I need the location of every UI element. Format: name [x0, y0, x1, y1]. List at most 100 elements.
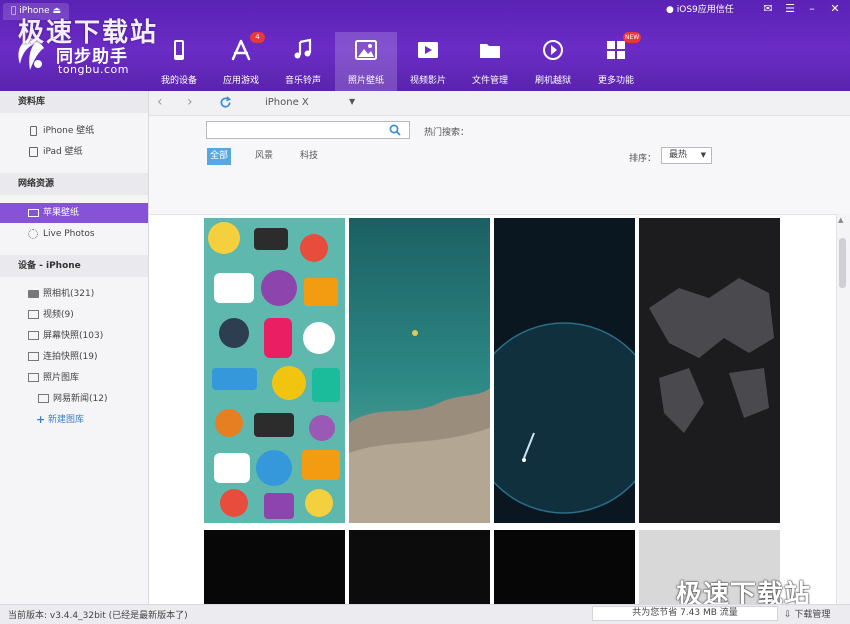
world-map-dark-wallpaper-image — [639, 218, 780, 523]
download-manager-button[interactable]: ⇩ 下载管理 — [784, 607, 830, 620]
nav-my-device[interactable]: 我的设备 — [148, 32, 210, 91]
wallpaper-thumbnail[interactable] — [494, 218, 635, 523]
scrollbar-thumb[interactable] — [839, 238, 846, 288]
nav-photos-wallpapers[interactable]: 照片壁纸 — [335, 32, 397, 91]
chevron-down-icon[interactable]: ▼ — [349, 97, 355, 106]
new-album-button[interactable]: + 新建图库 — [0, 410, 148, 430]
phone-outline-icon — [30, 126, 37, 136]
nav-label: 视频影片 — [409, 76, 446, 86]
ios9-trust-label: iOS9应用信任 — [676, 5, 734, 15]
sidebar-item-screenshots[interactable]: 屏幕快照(103) — [0, 326, 148, 346]
ios9-trust-link[interactable]: ● iOS9应用信任 — [666, 3, 734, 17]
scroll-up-icon[interactable]: ▲ — [838, 216, 843, 224]
album-icon — [28, 331, 39, 340]
sidebar-section-device: 设备 - iPhone — [0, 255, 148, 277]
search-icon[interactable] — [389, 124, 401, 136]
nav-videos[interactable]: 视频影片 — [397, 32, 459, 91]
sidebar-item-label: 照相机(321) — [43, 289, 95, 299]
sidebar-section-network: 网络资源 — [0, 173, 148, 195]
version-text: 当前版本: v3.4.4_32bit (已经是最新版本了) — [8, 611, 188, 621]
sidebar-item-photo-library[interactable]: 照片图库 — [0, 368, 148, 388]
ocean-shore-wallpaper-image — [349, 218, 490, 523]
sidebar-item-label: Live Photos — [43, 229, 95, 239]
category-technology[interactable]: 科技 — [297, 148, 321, 165]
album-icon — [38, 394, 49, 403]
message-icon[interactable]: ✉ — [761, 2, 775, 16]
sidebar-item-ipad-wallpaper[interactable]: iPad 壁纸 — [0, 142, 148, 162]
sidebar-item-camera[interactable]: 照相机(321) — [0, 284, 148, 304]
nav-badge: 4 — [250, 32, 265, 43]
wallpaper-thumbnail[interactable] — [349, 530, 490, 610]
sidebar-item-label: 视频(9) — [43, 310, 74, 320]
menu-icon[interactable]: ☰ — [783, 2, 797, 16]
search-box[interactable] — [206, 121, 410, 139]
minimize-button[interactable]: – — [805, 2, 819, 16]
back-button[interactable]: ‹ — [157, 95, 163, 109]
new-album-label: 新建图库 — [48, 415, 85, 425]
picture-icon — [355, 40, 377, 60]
jailbreak-icon — [543, 40, 563, 60]
nav-label: 音乐铃声 — [284, 76, 321, 86]
wallpaper-thumbnail[interactable] — [204, 530, 345, 610]
sidebar-item-netease-news[interactable]: 网易新闻(12) — [0, 389, 148, 409]
music-note-icon — [294, 38, 312, 59]
nav-badge-new: NEW — [623, 32, 642, 43]
brand-url: tongbu.com — [58, 63, 129, 76]
nav-label: 更多功能 — [597, 76, 634, 86]
forward-button[interactable]: › — [187, 95, 193, 109]
chevron-down-icon: ▼ — [700, 151, 706, 159]
wallpaper-thumbnail[interactable] — [204, 218, 345, 523]
graffiti-wallpaper-image — [204, 218, 345, 523]
video-icon — [418, 42, 438, 58]
search-input[interactable] — [211, 123, 385, 139]
download-icon: ⇩ — [784, 610, 792, 620]
plus-icon: + — [36, 413, 46, 426]
trust-icon: ● — [666, 5, 674, 15]
hot-search-label: 热门搜索： — [424, 128, 470, 138]
sort-value: 最热 — [669, 150, 688, 160]
toolbar — [149, 91, 850, 116]
nav-music[interactable]: 音乐铃声 — [272, 32, 334, 91]
nav-label: 文件管理 — [471, 76, 508, 86]
folder-icon — [480, 44, 500, 58]
close-button[interactable]: ✕ — [828, 2, 842, 16]
nav-label: 应用游戏 — [222, 76, 259, 86]
sidebar-item-label: 连拍快照(19) — [43, 352, 98, 362]
earth-night-wallpaper-image — [494, 218, 635, 523]
sort-select[interactable]: 最热 ▼ — [661, 147, 712, 164]
sidebar-item-burst[interactable]: 连拍快照(19) — [0, 347, 148, 367]
tablet-outline-icon — [29, 147, 38, 157]
sidebar-item-apple-wallpaper[interactable]: 苹果壁纸 — [0, 203, 148, 223]
phone-icon — [174, 40, 184, 60]
nav-label: 照片壁纸 — [347, 76, 384, 86]
download-manager-label: 下载管理 — [794, 610, 831, 620]
sidebar-item-iphone-wallpaper[interactable]: iPhone 壁纸 — [0, 121, 148, 141]
watermark-top: 极速下载站 — [18, 18, 159, 48]
wallpaper-thumbnail[interactable] — [639, 218, 780, 523]
album-icon — [28, 352, 39, 361]
apple-icon:  — [11, 6, 16, 16]
sidebar-item-live-photos[interactable]: Live Photos — [0, 224, 148, 244]
album-icon — [28, 373, 39, 382]
device-model-select[interactable]: iPhone X — [265, 97, 309, 108]
refresh-icon[interactable] — [219, 96, 232, 109]
sort-label: 排序： — [629, 154, 657, 164]
sidebar-item-video[interactable]: 视频(9) — [0, 305, 148, 325]
nav-flash-jailbreak[interactable]: 刷机越狱 — [522, 32, 584, 91]
traffic-saved-text: 共为您节省 7.43 MB 流量 — [592, 606, 778, 621]
category-all[interactable]: 全部 — [207, 148, 232, 165]
nav-label: 刷机越狱 — [534, 76, 571, 86]
video-small-icon — [28, 310, 39, 319]
nav-label: 我的设备 — [160, 76, 197, 86]
sidebar-item-label: iPhone 壁纸 — [43, 126, 95, 136]
wallpaper-thumbnail[interactable] — [349, 218, 490, 523]
wallpaper-thumbnail[interactable] — [494, 530, 635, 610]
nav-file-manager[interactable]: 文件管理 — [459, 32, 521, 91]
nav-more-features[interactable]: NEW 更多功能 — [585, 32, 647, 91]
sidebar-item-label: 苹果壁纸 — [43, 208, 80, 218]
nav-apps-games[interactable]: 4 应用游戏 — [210, 32, 272, 91]
category-scenery[interactable]: 风景 — [252, 148, 276, 165]
device-model: iPhone X — [265, 97, 309, 108]
sidebar-item-label: 屏幕快照(103) — [43, 331, 104, 341]
sidebar-item-label: 网易新闻(12) — [53, 394, 108, 404]
